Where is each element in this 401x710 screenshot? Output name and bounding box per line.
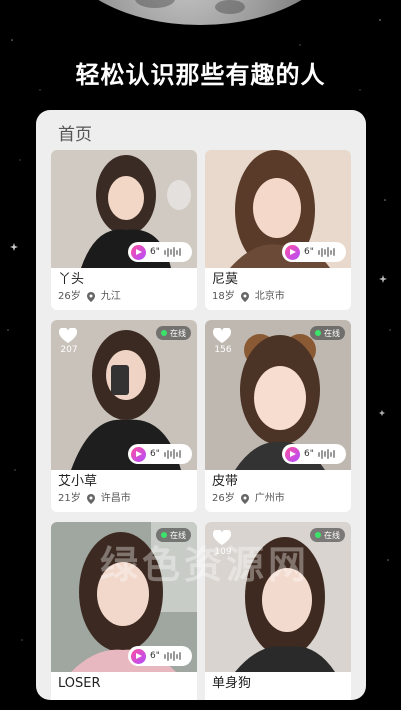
voice-duration: 6" [150, 247, 160, 257]
heart-icon [213, 530, 231, 545]
online-badge: 在线 [310, 528, 345, 542]
voice-intro-button[interactable]: 6" [282, 242, 346, 262]
profile-name: LOSER [58, 676, 101, 691]
online-badge: 在线 [156, 326, 191, 340]
profile-photo[interactable]: 在线 207 6" [51, 320, 197, 470]
profile-photo[interactable]: 在线 156 6" [205, 320, 351, 470]
like-button[interactable]: 207 [59, 328, 79, 355]
profile-card[interactable]: 6" 尼莫 18岁 北京市 [205, 150, 351, 310]
profile-photo[interactable]: 6" [205, 150, 351, 268]
voice-duration: 6" [304, 247, 314, 257]
like-count: 109 [214, 547, 232, 557]
profile-card[interactable]: 在线 109 单身狗 [205, 522, 351, 700]
moon-decoration [55, 0, 345, 25]
panel-title: 首页 [58, 125, 92, 145]
profile-city: 北京市 [254, 291, 285, 302]
online-badge: 在线 [310, 326, 345, 340]
voice-intro-button[interactable]: 6" [282, 444, 346, 464]
like-count: 207 [60, 345, 78, 355]
like-count: 156 [214, 345, 232, 355]
location-pin-icon [86, 292, 95, 302]
profile-card[interactable]: 6" 丫头 26岁 九江 [51, 150, 197, 310]
profile-age: 21岁 [58, 493, 81, 504]
profile-photo[interactable]: 在线 109 [205, 522, 351, 672]
profile-name: 尼莫 [212, 272, 239, 287]
waveform-icon [163, 651, 181, 661]
profile-age: 18岁 [212, 291, 235, 302]
voice-intro-button[interactable]: 6" [128, 242, 192, 262]
profile-name: 艾小草 [58, 474, 98, 489]
profile-card[interactable]: 在线 6" LOSER [51, 522, 197, 700]
play-icon [131, 648, 146, 664]
profile-name: 丫头 [58, 272, 85, 287]
heart-icon [213, 328, 231, 343]
play-icon [131, 446, 146, 462]
location-pin-icon [240, 292, 249, 302]
waveform-icon [317, 247, 335, 257]
profile-card[interactable]: 在线 207 6" 艾小草 21岁 许昌市 [51, 320, 197, 512]
voice-intro-button[interactable]: 6" [128, 444, 192, 464]
waveform-icon [317, 449, 335, 459]
heart-icon [59, 328, 77, 343]
headline: 轻松认识那些有趣的人 [75, 61, 326, 89]
profile-photo[interactable]: 6" [51, 150, 197, 268]
play-icon [285, 446, 300, 462]
like-button[interactable]: 109 [213, 530, 233, 557]
location-pin-icon [86, 494, 95, 504]
location-pin-icon [240, 494, 249, 504]
waveform-icon [163, 449, 181, 459]
play-icon [131, 244, 146, 260]
profile-city: 九江 [100, 291, 121, 302]
play-icon [285, 244, 300, 260]
profile-city: 广州市 [254, 493, 285, 504]
profile-city: 许昌市 [100, 493, 131, 504]
profile-name: 单身狗 [212, 676, 252, 691]
profile-name: 皮带 [212, 474, 239, 489]
like-button[interactable]: 156 [213, 328, 233, 355]
voice-intro-button[interactable]: 6" [128, 646, 192, 666]
profile-age: 26岁 [212, 493, 235, 504]
profile-age: 26岁 [58, 291, 81, 302]
online-badge: 在线 [156, 528, 191, 542]
home-panel: 首页 6" 丫头 26岁 九江 6" 尼莫 18岁 北京市 在线 207 6" … [36, 110, 366, 700]
voice-duration: 6" [150, 651, 160, 661]
voice-duration: 6" [304, 449, 314, 459]
voice-duration: 6" [150, 449, 160, 459]
profile-card[interactable]: 在线 156 6" 皮带 26岁 广州市 [205, 320, 351, 512]
profile-photo[interactable]: 在线 6" [51, 522, 197, 672]
waveform-icon [163, 247, 181, 257]
